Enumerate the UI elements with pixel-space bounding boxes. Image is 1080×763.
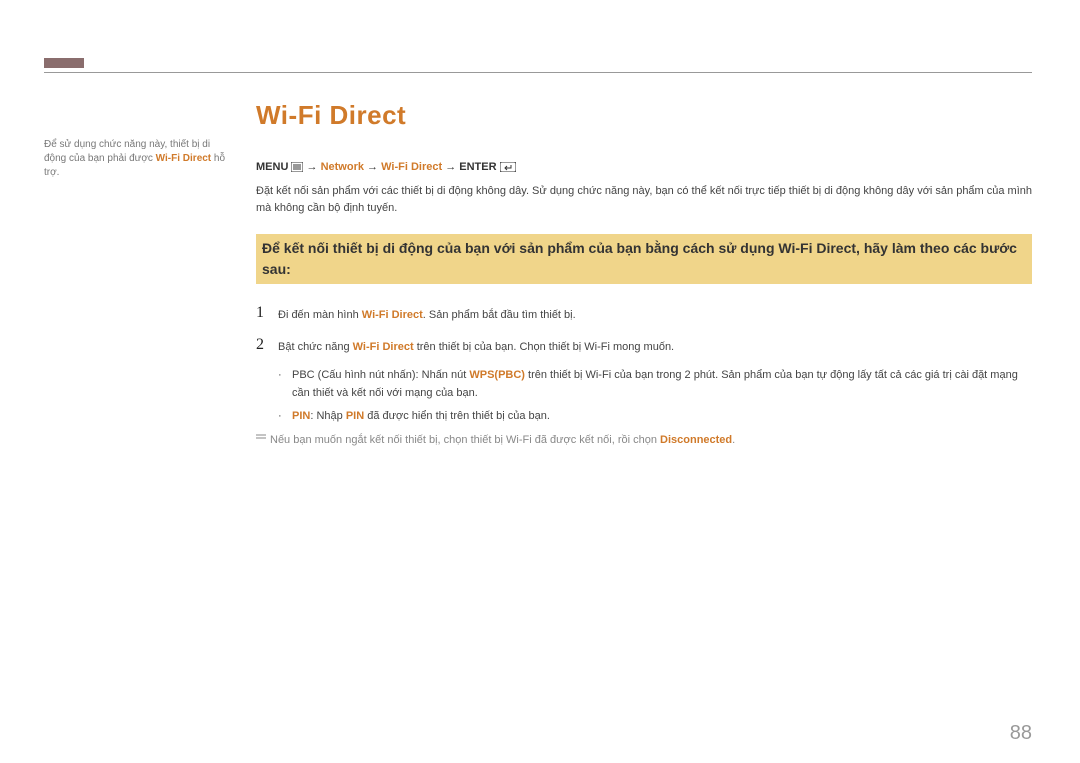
bullet-post: đã được hiển thị trên thiết bị của bạn. <box>364 410 550 422</box>
bullet-mid: : Nhập <box>310 410 345 422</box>
note-highlight: Disconnected <box>660 434 732 446</box>
sidebar-note: Để sử dụng chức năng này, thiết bị di độ… <box>44 138 229 180</box>
bullet-list: · PBC (Cấu hình nút nhấn): Nhấn nút WPS(… <box>278 367 1032 426</box>
step-pre: Bật chức năng <box>278 341 353 353</box>
bullet-highlight: WPS(PBC) <box>469 369 525 381</box>
step-number: 1 <box>256 304 278 322</box>
breadcrumb-wifi: Wi-Fi Direct <box>381 161 442 173</box>
note-post: . <box>732 434 735 446</box>
arrow3: → <box>445 161 459 173</box>
step-post: . Sản phẩm bắt đầu tìm thiết bị. <box>423 309 576 321</box>
highlight-heading: Để kết nối thiết bị di động của bạn với … <box>256 234 1032 284</box>
step-number: 2 <box>256 336 278 354</box>
arrow2: → <box>367 161 381 173</box>
bullet-dot: · <box>278 408 292 426</box>
bullet-highlight: PIN <box>292 410 310 422</box>
step-highlight: Wi-Fi Direct <box>362 309 423 321</box>
step-post: trên thiết bị của bạn. Chọn thiết bị Wi-… <box>414 341 674 353</box>
step-2: 2 Bật chức năng Wi-Fi Direct trên thiết … <box>256 336 1032 356</box>
bullet-text: PIN: Nhập PIN đã được hiển thị trên thiế… <box>292 408 550 426</box>
intro-text: Đặt kết nối sản phẩm với các thiết bị di… <box>256 183 1032 216</box>
page-title: Wi-Fi Direct <box>256 100 1032 131</box>
note-pre: Nếu bạn muốn ngắt kết nối thiết bị, chọn… <box>270 434 660 446</box>
breadcrumb-network: Network <box>321 161 364 173</box>
note: Nếu bạn muốn ngắt kết nối thiết bị, chọn… <box>256 432 1032 449</box>
bullet-text: PBC (Cấu hình nút nhấn): Nhấn nút WPS(PB… <box>292 367 1032 402</box>
step-body: Đi đến màn hình Wi-Fi Direct. Sản phẩm b… <box>278 304 576 324</box>
enter-icon <box>500 161 516 173</box>
note-dash-icon <box>256 432 270 449</box>
breadcrumb: MENU → Network → Wi-Fi Direct → ENTER <box>256 161 1032 173</box>
bullet-item: · PBC (Cấu hình nút nhấn): Nhấn nút WPS(… <box>278 367 1032 402</box>
main-content: Wi-Fi Direct MENU → Network → Wi-Fi Dire… <box>256 100 1032 448</box>
breadcrumb-enter: ENTER <box>459 161 496 173</box>
arrow1: → <box>307 161 321 173</box>
breadcrumb-menu: MENU <box>256 161 288 173</box>
step-body: Bật chức năng Wi-Fi Direct trên thiết bị… <box>278 336 674 356</box>
sidebar-highlight: Wi-Fi Direct <box>156 153 211 164</box>
bullet-dot: · <box>278 367 292 385</box>
bullet-highlight2: PIN <box>346 410 364 422</box>
accent-bar <box>44 58 84 68</box>
step-1: 1 Đi đến màn hình Wi-Fi Direct. Sản phẩm… <box>256 304 1032 324</box>
step-highlight: Wi-Fi Direct <box>353 341 414 353</box>
step-pre: Đi đến màn hình <box>278 309 362 321</box>
note-text: Nếu bạn muốn ngắt kết nối thiết bị, chọn… <box>270 432 735 449</box>
top-rule <box>44 72 1032 73</box>
document-page: Để sử dụng chức năng này, thiết bị di độ… <box>0 0 1080 763</box>
bullet-item: · PIN: Nhập PIN đã được hiển thị trên th… <box>278 408 1032 426</box>
menu-icon <box>291 161 303 173</box>
page-number: 88 <box>1010 722 1032 745</box>
bullet-pre: PBC (Cấu hình nút nhấn): Nhấn nút <box>292 369 469 381</box>
